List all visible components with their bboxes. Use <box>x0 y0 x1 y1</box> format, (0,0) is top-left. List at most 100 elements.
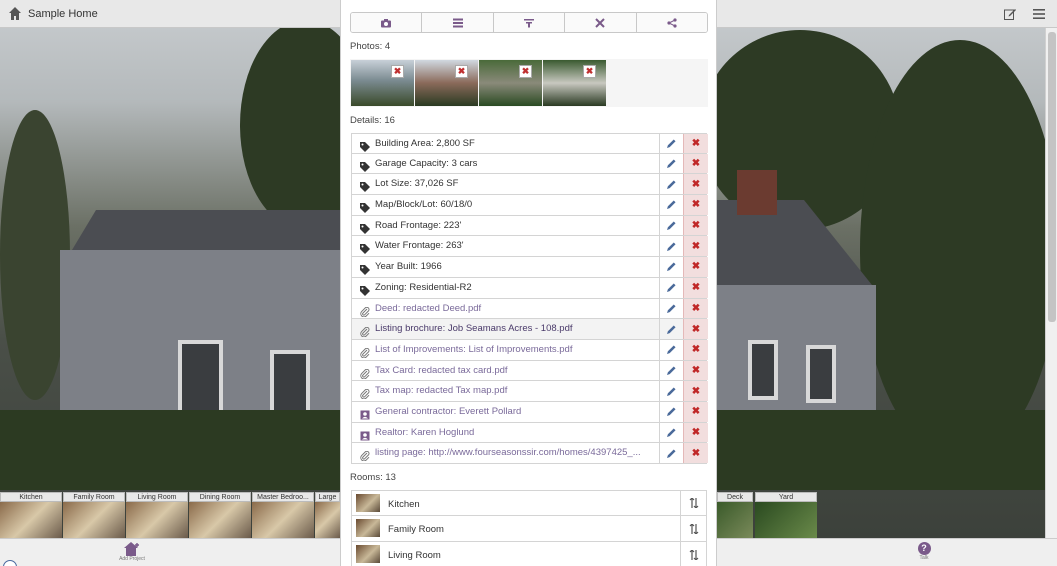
detail-text[interactable]: listing page: http://www.fourseasonssir.… <box>375 447 655 458</box>
room-row[interactable]: Kitchen <box>351 490 707 516</box>
room-tile[interactable]: Dining Room <box>189 492 251 538</box>
details-list: Building Area: 2,800 SF ✖ Garage Capacity:… <box>351 133 708 464</box>
pencil-icon <box>667 180 676 189</box>
detail-text[interactable]: Tax map: redacted Tax map.pdf <box>375 385 655 396</box>
sort-icon <box>689 549 698 560</box>
detail-row[interactable]: List of Improvements: List of Improvemen… <box>351 339 708 361</box>
delete-detail-button[interactable]: ✖ <box>683 257 708 277</box>
sort-room-button[interactable] <box>680 491 706 515</box>
tools-tab-button[interactable] <box>565 13 637 32</box>
edit-detail-button[interactable] <box>659 319 683 339</box>
edit-detail-button[interactable] <box>659 381 683 401</box>
delete-photo-button[interactable]: ✖ <box>391 65 404 78</box>
page-scrollbar[interactable] <box>1045 28 1057 538</box>
detail-row[interactable]: Realtor: Karen Hoglund ✖ <box>351 422 708 444</box>
detail-row[interactable]: Listing brochure: Job Seamans Acres - 10… <box>351 319 708 340</box>
room-tile[interactable]: Kitchen <box>0 492 62 538</box>
edit-detail-button[interactable] <box>659 422 683 443</box>
photo-thumbnail[interactable]: ✖ <box>415 60 478 106</box>
delete-detail-button[interactable]: ✖ <box>683 319 708 339</box>
photo-thumbnail[interactable]: ✖ <box>543 60 606 106</box>
delete-photo-button[interactable]: ✖ <box>519 65 532 78</box>
home-icon[interactable] <box>9 7 21 20</box>
room-tile[interactable]: Family Room <box>63 492 125 538</box>
detail-row[interactable]: Building Area: 2,800 SF ✖ <box>351 133 708 154</box>
sort-room-button[interactable] <box>680 516 706 541</box>
detail-text[interactable]: Deed: redacted Deed.pdf <box>375 303 655 314</box>
photo-thumbnail[interactable]: ✖ <box>351 60 414 106</box>
edit-detail-button[interactable] <box>659 174 683 195</box>
detail-row[interactable]: Road Frontage: 223' ✖ <box>351 215 708 237</box>
edit-detail-button[interactable] <box>659 236 683 257</box>
delete-detail-button[interactable]: ✖ <box>683 381 708 401</box>
detail-text[interactable]: List of Improvements: List of Improvemen… <box>375 344 655 355</box>
delete-detail-button[interactable]: ✖ <box>683 174 708 195</box>
edit-detail-button[interactable] <box>659 257 683 277</box>
sort-room-button[interactable] <box>680 542 706 566</box>
detail-row[interactable]: listing page: http://www.fourseasonssir.… <box>351 443 708 464</box>
tag-icon <box>360 221 370 234</box>
filter-tab-button[interactable] <box>493 13 566 32</box>
edit-icon[interactable] <box>1004 8 1016 20</box>
edit-detail-button[interactable] <box>659 298 683 319</box>
delete-detail-button[interactable]: ✖ <box>683 236 708 257</box>
edit-detail-button[interactable] <box>659 153 683 174</box>
photo-thumbnail[interactable]: ✖ <box>479 60 542 106</box>
edit-detail-button[interactable] <box>659 277 683 298</box>
detail-row[interactable]: Zoning: Residential-R2 ✖ <box>351 277 708 299</box>
edit-detail-button[interactable] <box>659 339 683 360</box>
edit-detail-button[interactable] <box>659 134 683 153</box>
detail-row[interactable]: Garage Capacity: 3 cars ✖ <box>351 153 708 175</box>
delete-detail-button[interactable]: ✖ <box>683 422 708 443</box>
edit-detail-button[interactable] <box>659 215 683 236</box>
delete-detail-button[interactable]: ✖ <box>683 443 708 463</box>
room-tile[interactable]: Living Room <box>126 492 188 538</box>
add-project-button[interactable]: Add Project <box>115 542 149 562</box>
delete-detail-button[interactable]: ✖ <box>683 360 708 381</box>
detail-row[interactable]: Year Built: 1966 ✖ <box>351 257 708 278</box>
edit-detail-button[interactable] <box>659 195 683 215</box>
delete-detail-button[interactable]: ✖ <box>683 134 708 153</box>
detail-row[interactable]: Deed: redacted Deed.pdf ✖ <box>351 298 708 320</box>
photos-tab-button[interactable] <box>351 13 423 32</box>
pencil-icon <box>667 221 676 231</box>
details-tab-button[interactable] <box>422 13 494 32</box>
delete-photo-button[interactable]: ✖ <box>455 65 468 78</box>
detail-row[interactable]: Water Frontage: 263' ✖ <box>351 236 708 258</box>
detail-row[interactable]: Map/Block/Lot: 60/18/0 ✖ <box>351 195 708 216</box>
tag-icon <box>360 283 370 296</box>
room-row[interactable]: Family Room <box>351 516 707 542</box>
room-tile[interactable]: Master Bedroo... <box>252 492 314 538</box>
detail-text[interactable]: Tax Card: redacted tax card.pdf <box>375 365 655 376</box>
delete-detail-button[interactable]: ✖ <box>683 339 708 360</box>
detail-text: Water Frontage: 263' <box>375 240 464 252</box>
scrollbar-thumb[interactable] <box>1048 32 1056 322</box>
delete-detail-button[interactable]: ✖ <box>683 277 708 298</box>
share-tab-button[interactable] <box>636 13 707 32</box>
room-tile[interactable]: Large <box>315 492 340 538</box>
edit-detail-button[interactable] <box>659 443 683 463</box>
detail-row[interactable]: Tax map: redacted Tax map.pdf ✖ <box>351 381 708 402</box>
room-tile[interactable]: Yard <box>755 492 817 538</box>
detail-row[interactable]: Lot Size: 37,026 SF ✖ <box>351 174 708 196</box>
room-tile[interactable]: Deck <box>717 492 753 538</box>
detail-text[interactable]: Listing brochure: Job Seamans Acres - 10… <box>375 323 655 334</box>
delete-detail-button[interactable]: ✖ <box>683 298 708 319</box>
detail-row[interactable]: General contractor: Everett Pollard ✖ <box>351 401 708 423</box>
delete-detail-button[interactable]: ✖ <box>683 215 708 236</box>
edit-detail-button[interactable] <box>659 401 683 422</box>
edit-detail-button[interactable] <box>659 360 683 381</box>
list-icon <box>452 18 463 27</box>
delete-detail-button[interactable]: ✖ <box>683 195 708 215</box>
menu-icon[interactable] <box>1033 9 1045 19</box>
talk-button[interactable]: ? Talk <box>912 542 936 561</box>
delete-detail-button[interactable]: ✖ <box>683 401 708 422</box>
detail-text[interactable]: Realtor: Karen Hoglund <box>375 427 655 438</box>
room-row[interactable]: Living Room <box>351 542 707 566</box>
delete-detail-button[interactable]: ✖ <box>683 153 708 174</box>
detail-row[interactable]: Tax Card: redacted tax card.pdf ✖ <box>351 360 708 382</box>
delete-photo-button[interactable]: ✖ <box>583 65 596 78</box>
add-home-icon <box>124 542 139 556</box>
detail-text[interactable]: General contractor: Everett Pollard <box>375 406 655 417</box>
sort-icon <box>689 523 698 534</box>
